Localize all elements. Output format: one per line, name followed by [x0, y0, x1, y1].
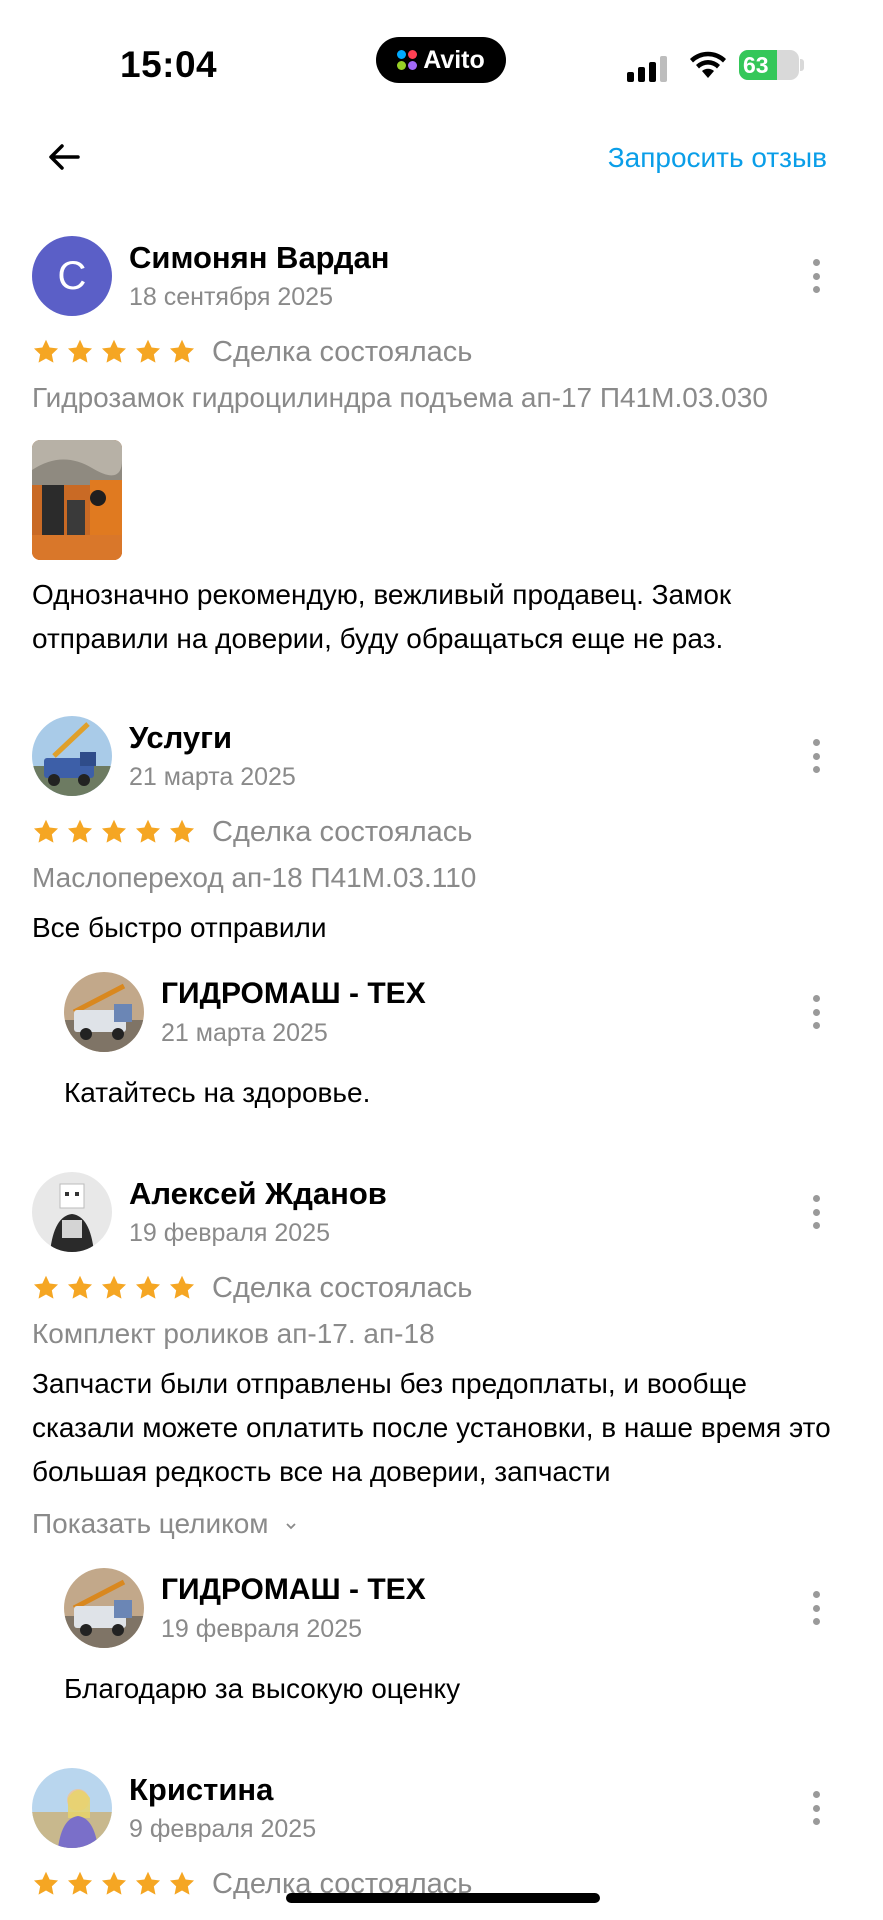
star-icon	[33, 339, 59, 363]
seller-avatar[interactable]	[64, 972, 144, 1052]
review-date: 19 февраля 2025	[129, 1219, 331, 1247]
avatar-letter: С	[57, 253, 87, 298]
avito-logo-icon	[397, 50, 418, 70]
deal-status: Сделка состоялась	[212, 816, 473, 848]
more-options-icon[interactable]	[811, 1591, 821, 1625]
status-time: 15:04	[120, 44, 218, 85]
arrow-left-icon[interactable]	[44, 137, 84, 177]
star-icon	[101, 819, 127, 843]
star-icon	[33, 819, 59, 843]
review-item-title[interactable]: Комплект роликов ап-17. ап-18	[32, 1318, 435, 1350]
more-options-icon[interactable]	[811, 995, 821, 1029]
avatar[interactable]: С	[32, 236, 112, 316]
star-icon	[135, 819, 161, 843]
star-icon	[135, 1871, 161, 1895]
avatar[interactable]	[32, 1768, 112, 1848]
review-item-title[interactable]: Маслопереход ап-18 П41М.03.110	[32, 862, 476, 894]
avatar[interactable]	[32, 716, 112, 796]
star-icon	[101, 1871, 127, 1895]
reply-author[interactable]: ГИДРОМАШ - ТЕХ	[161, 977, 426, 1011]
show-more-label: Показать целиком	[32, 1508, 269, 1539]
island-brand: Avito	[423, 45, 485, 74]
seller-avatar[interactable]	[64, 1568, 144, 1648]
rating-stars	[32, 818, 196, 846]
status-bar: 15:04 Avito 63	[0, 0, 883, 120]
rating-stars	[32, 338, 196, 366]
show-more-link[interactable]: Показать целиком	[32, 1508, 298, 1540]
star-icon	[169, 1275, 195, 1299]
review-author[interactable]: Симонян Вардан	[129, 240, 390, 276]
deal-status: Сделка состоялась	[212, 336, 473, 368]
star-icon	[67, 819, 93, 843]
battery-icon: 63	[739, 50, 799, 80]
review-author[interactable]: Кристина	[129, 1772, 273, 1808]
star-icon	[101, 1275, 127, 1299]
review-date: 21 марта 2025	[129, 763, 296, 791]
reply-date: 21 марта 2025	[161, 1019, 328, 1047]
star-icon	[33, 1871, 59, 1895]
review-author[interactable]: Алексей Жданов	[129, 1176, 387, 1212]
review-text: Все быстро отправили	[32, 912, 327, 943]
star-icon	[169, 1871, 195, 1895]
star-icon	[135, 339, 161, 363]
cellular-signal-icon	[627, 54, 667, 82]
review-photo[interactable]	[32, 440, 122, 560]
request-review-link[interactable]: Запросить отзыв	[608, 142, 827, 174]
more-options-icon[interactable]	[811, 1791, 821, 1825]
star-icon	[67, 1871, 93, 1895]
battery-percent: 63	[743, 52, 769, 78]
star-icon	[101, 339, 127, 363]
rating-stars	[32, 1870, 196, 1898]
battery-cap	[800, 59, 804, 71]
review-date: 18 сентября 2025	[129, 283, 333, 311]
dynamic-island: Avito	[376, 37, 506, 83]
star-icon	[169, 819, 195, 843]
more-options-icon[interactable]	[811, 739, 821, 773]
star-icon	[67, 1275, 93, 1299]
more-options-icon[interactable]	[811, 259, 821, 293]
avatar[interactable]	[32, 1172, 112, 1252]
wifi-icon	[690, 51, 726, 78]
chevron-down-icon	[286, 1522, 296, 1529]
reply-date: 19 февраля 2025	[161, 1615, 363, 1643]
star-icon	[33, 1275, 59, 1299]
more-options-icon[interactable]	[811, 1195, 821, 1229]
deal-status: Сделка состоялась	[212, 1272, 473, 1304]
review-date: 9 февраля 2025	[129, 1815, 317, 1843]
reply-author[interactable]: ГИДРОМАШ - ТЕХ	[161, 1573, 426, 1607]
star-icon	[135, 1275, 161, 1299]
review-text: Однозначно рекомендую, вежливый продавец…	[32, 579, 732, 654]
rating-stars	[32, 1274, 196, 1302]
review-item-title[interactable]: Гидрозамок гидроцилиндра подъема ап-17 П…	[32, 382, 768, 414]
reply-text: Катайтесь на здоровье.	[64, 1077, 371, 1108]
home-indicator[interactable]	[286, 1893, 600, 1903]
review-author[interactable]: Услуги	[129, 720, 232, 756]
review-text: Запчасти были отправлены без предоплаты,…	[32, 1368, 831, 1487]
star-icon	[67, 339, 93, 363]
star-icon	[169, 339, 195, 363]
reply-text: Благодарю за высокую оценку	[64, 1673, 461, 1704]
